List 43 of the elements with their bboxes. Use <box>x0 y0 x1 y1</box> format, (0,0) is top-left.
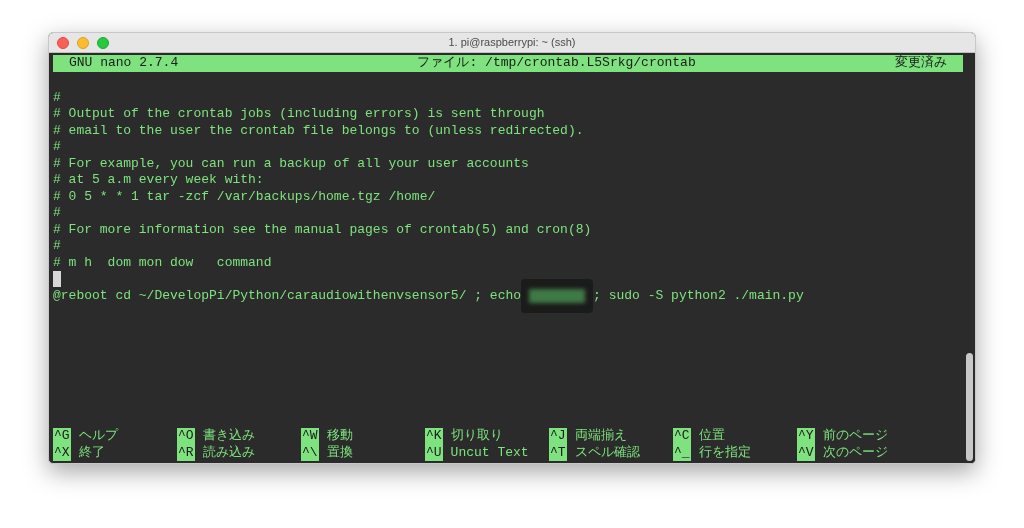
shortcut-label: 行を指定 <box>698 444 751 461</box>
code-line: # For example, you can run a backup of all your user accounts <box>53 155 529 172</box>
code-line: @reboot cd ~/DevelopPi/Python/caraudiowithenvsensor5/ ; echo <box>53 287 522 304</box>
code-line: # <box>53 89 61 106</box>
shortcut-label: 移動 <box>326 428 353 445</box>
shortcut-label: 前のページ <box>822 428 888 445</box>
shortcut-key: ^Y <box>797 428 815 445</box>
shortcut-key: ^G <box>53 428 71 445</box>
shortcut-key: ^J <box>549 428 567 445</box>
modified-status: 変更済み <box>895 55 947 72</box>
code-line: # <box>53 238 61 255</box>
zoom-button[interactable] <box>97 36 109 49</box>
code-line: # <box>53 205 61 222</box>
shortcut-label: 両端揃え <box>574 428 627 445</box>
shortcut-label: 書き込み <box>202 428 255 445</box>
shortcut-label: 置換 <box>326 444 353 461</box>
code-line: # Output of the crontab jobs (including errors) is sent through <box>53 106 545 123</box>
shortcut-label: 終了 <box>78 444 105 461</box>
version-label: GNU nano 2.7.4 <box>69 55 179 72</box>
scrollbar[interactable] <box>963 53 975 463</box>
shortcut-label: 次のページ <box>822 444 888 461</box>
close-button[interactable] <box>57 36 69 49</box>
code-line: ; sudo -S python2 ./main.py <box>593 287 804 304</box>
shortcut-key: ^W <box>301 428 319 445</box>
minimize-button[interactable] <box>77 36 89 49</box>
code-line: # email to the user the crontab file belongs to (unless redirected). <box>53 122 584 139</box>
shortcut-label: 切り取り <box>450 428 503 445</box>
shortcut-label: スペル確認 <box>574 444 640 461</box>
shortcut-label: 読み込み <box>202 444 255 461</box>
shortcut-key: ^C <box>673 428 691 445</box>
shortcut-key: ^K <box>425 428 443 445</box>
code-line: # m h dom mon dow command <box>53 254 272 271</box>
shortcut-label: Uncut Text <box>450 444 529 461</box>
code-line: # <box>53 139 61 156</box>
code-line: # 0 5 * * 1 tar -zcf /var/backups/home.tgz /home/ <box>53 188 436 205</box>
window-title: 1. pi@raspberrypi: ~ (ssh) <box>448 35 576 51</box>
shortcut-label: ヘルプ <box>78 428 118 445</box>
file-name: ファイル: /tmp/crontab.L5Srkg/crontab <box>417 55 696 72</box>
shortcut-key: ^O <box>177 428 195 445</box>
code-line: # For more information see the manual pages of crontab(5) and cron(8) <box>53 221 592 238</box>
scrollbar-thumb[interactable] <box>965 353 973 461</box>
shortcut-label: 位置 <box>698 428 725 445</box>
code-line: # at 5 a.m every week with: <box>53 172 264 189</box>
